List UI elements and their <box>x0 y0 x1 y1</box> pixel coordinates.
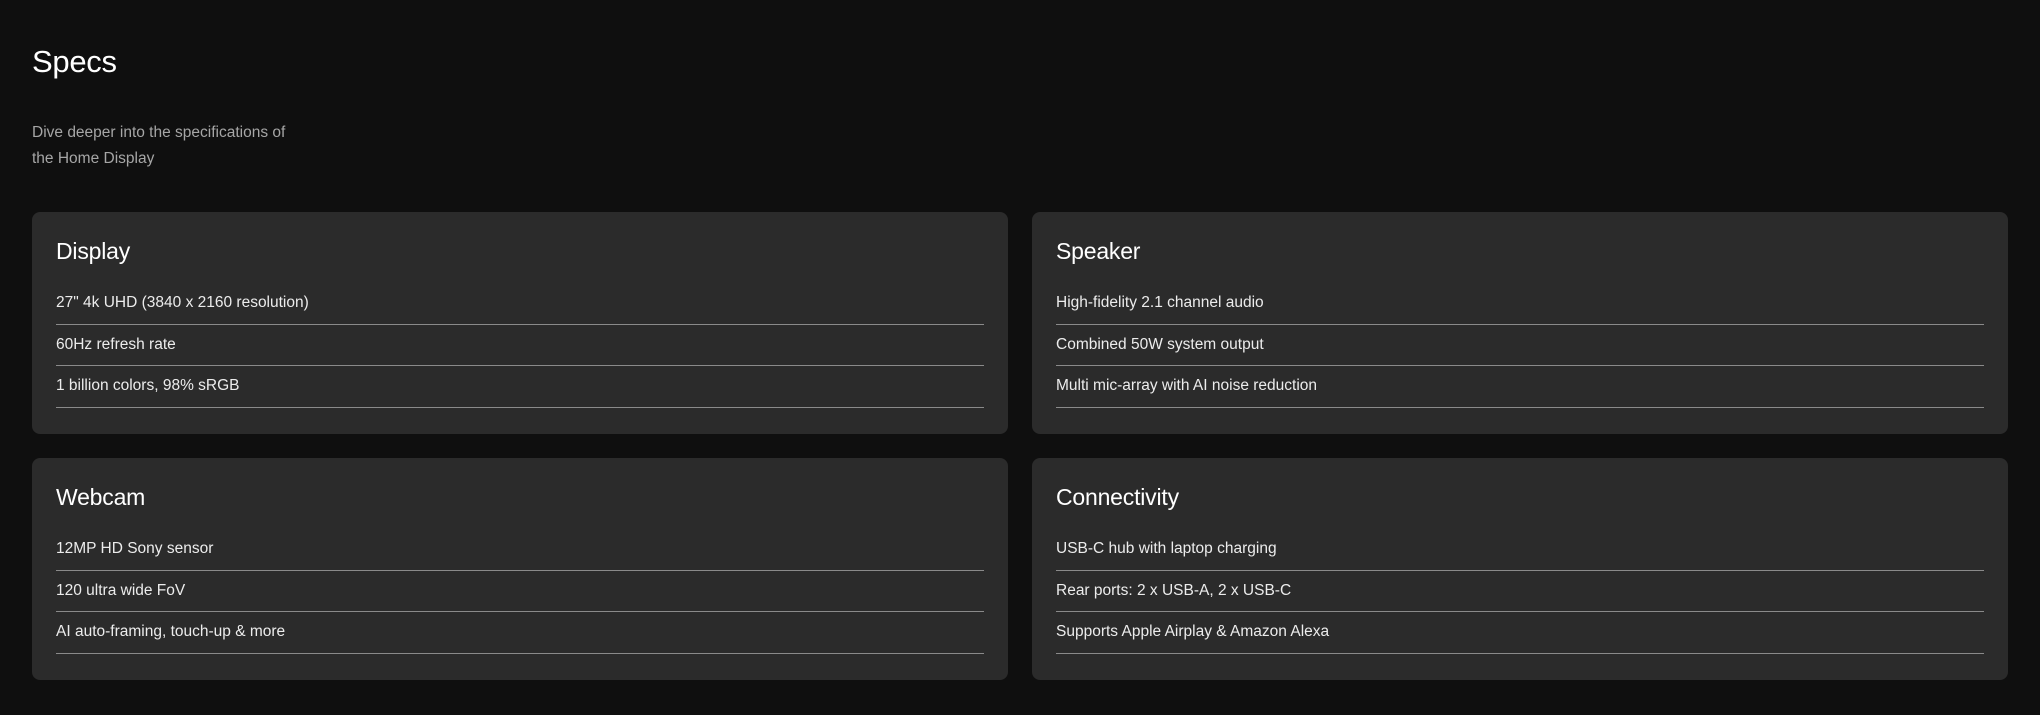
page-subtitle: Dive deeper into the specifications of t… <box>32 120 312 172</box>
spec-item: 60Hz refresh rate <box>56 325 984 366</box>
spec-text: Supports Apple Airplay & Amazon Alexa <box>1056 623 1330 641</box>
spec-text: 120 ultra wide FoV <box>56 581 186 599</box>
spec-item: AI auto-framing, touch-up & more <box>56 612 984 654</box>
spec-text: 27" 4k UHD (3840 x 2160 resolution) <box>56 294 309 312</box>
card-title: Connectivity <box>1056 484 1179 510</box>
subtitle-line-1: Dive deeper into the specifications of <box>32 124 286 141</box>
spec-list: 12MP HD Sony sensor 120 ultra wide FoV A… <box>56 529 984 654</box>
spec-item: Supports Apple Airplay & Amazon Alexa <box>1056 612 1984 654</box>
spec-text: AI auto-framing, touch-up & more <box>56 623 286 641</box>
card-display: Display 27" 4k UHD (3840 x 2160 resoluti… <box>32 212 1008 434</box>
card-title: Display <box>56 238 131 264</box>
card-webcam: Webcam 12MP HD Sony sensor 120 ultra wid… <box>32 458 1008 680</box>
spec-item: 120 ultra wide FoV <box>56 571 984 612</box>
card-title: Speaker <box>1056 238 1141 264</box>
spec-item: Multi mic-array with AI noise reduction <box>1056 366 1984 408</box>
card-title: Webcam <box>56 484 146 510</box>
page-title: Specs <box>32 44 117 79</box>
card-speaker: Speaker High-fidelity 2.1 channel audio … <box>1032 212 2008 434</box>
spec-text: 12MP HD Sony sensor <box>56 540 214 558</box>
spec-text: Multi mic-array with AI noise reduction <box>1056 377 1318 395</box>
spec-text: Rear ports: 2 x USB-A, 2 x USB-C <box>1056 581 1292 599</box>
spec-text: 60Hz refresh rate <box>56 335 176 353</box>
spec-item: 27" 4k UHD (3840 x 2160 resolution) <box>56 283 984 325</box>
spec-item: Rear ports: 2 x USB-A, 2 x USB-C <box>1056 571 1984 612</box>
spec-text: USB-C hub with laptop charging <box>1056 540 1277 558</box>
spec-text: Combined 50W system output <box>1056 335 1264 353</box>
specs-section: Specs Dive deeper into the specification… <box>32 0 2008 715</box>
spec-text: 1 billion colors, 98% sRGB <box>56 377 240 395</box>
spec-item: High-fidelity 2.1 channel audio <box>1056 283 1984 325</box>
spec-item: 12MP HD Sony sensor <box>56 529 984 571</box>
spec-item: USB-C hub with laptop charging <box>1056 529 1984 571</box>
subtitle-line-2: the Home Display <box>32 150 155 167</box>
spec-list: USB-C hub with laptop charging Rear port… <box>1056 529 1984 654</box>
specs-grid: Display 27" 4k UHD (3840 x 2160 resoluti… <box>32 212 2008 680</box>
spec-text: High-fidelity 2.1 channel audio <box>1056 294 1264 312</box>
spec-list: High-fidelity 2.1 channel audio Combined… <box>1056 283 1984 408</box>
spec-item: 1 billion colors, 98% sRGB <box>56 366 984 408</box>
spec-item: Combined 50W system output <box>1056 325 1984 366</box>
card-connectivity: Connectivity USB-C hub with laptop charg… <box>1032 458 2008 680</box>
spec-list: 27" 4k UHD (3840 x 2160 resolution) 60Hz… <box>56 283 984 408</box>
